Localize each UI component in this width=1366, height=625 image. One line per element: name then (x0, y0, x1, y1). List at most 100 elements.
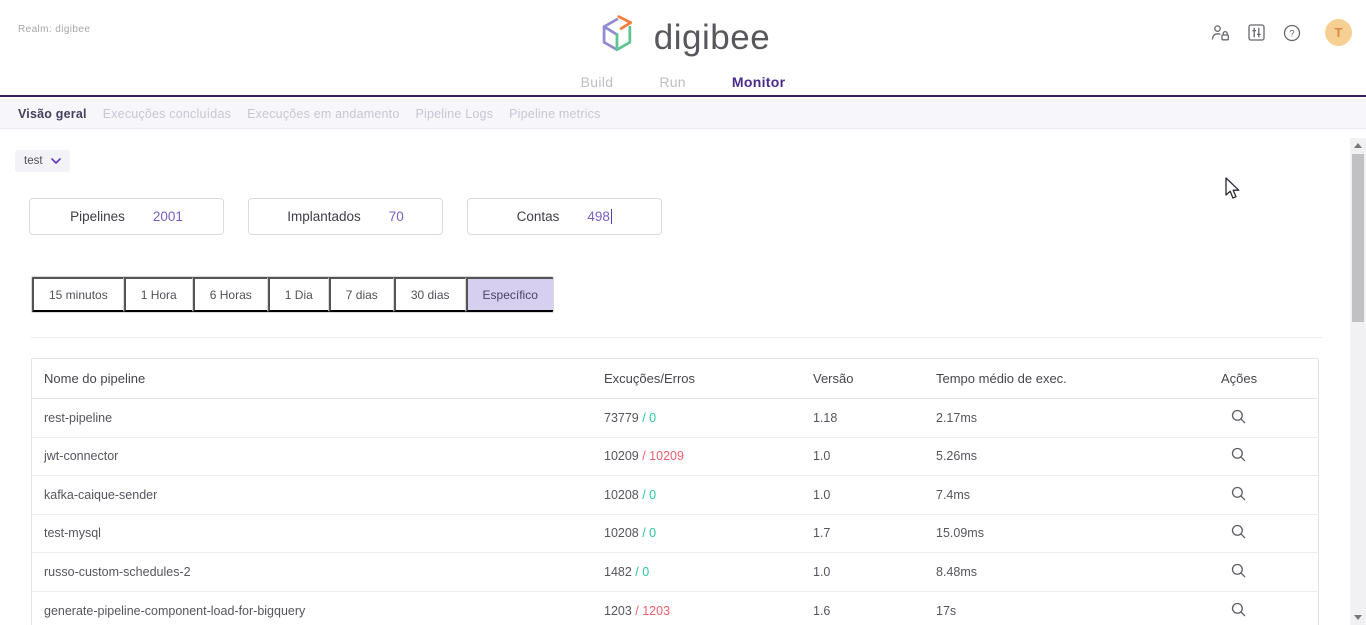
avg-exec-time: 15.09ms (936, 526, 1221, 540)
table-row: russo-custom-schedules-21482 / 01.08.48m… (32, 553, 1318, 592)
stat-label: Contas (517, 209, 560, 224)
search-icon[interactable] (1231, 602, 1246, 617)
svg-text:?: ? (1289, 28, 1294, 39)
stat-label: Pipelines (70, 209, 125, 224)
column-header-versao: Versão (813, 371, 936, 386)
row-actions (1221, 602, 1318, 620)
pipeline-name: test-mysql (44, 526, 604, 540)
avg-exec-time: 2.17ms (936, 411, 1221, 425)
executions-errors: 10209 / 10209 (604, 449, 813, 463)
scrollbar-thumb[interactable] (1352, 154, 1364, 322)
pipeline-version: 1.7 (813, 526, 936, 540)
section-divider (31, 337, 1322, 338)
time-range-1-dia[interactable]: 1 Dia (268, 277, 329, 312)
environment-select[interactable]: test (15, 150, 70, 172)
pipeline-name: russo-custom-schedules-2 (44, 565, 604, 579)
pipeline-name: kafka-caique-sender (44, 488, 604, 502)
column-header-acoes: Ações (1221, 371, 1318, 386)
executions-errors: 73779 / 0 (604, 411, 813, 425)
table-row: generate-pipeline-component-load-for-big… (32, 592, 1318, 625)
scroll-down-arrow[interactable] (1354, 615, 1362, 620)
search-icon[interactable] (1231, 447, 1246, 462)
avg-exec-time: 7.4ms (936, 488, 1221, 502)
realm-label: Realm: digibee (18, 24, 90, 35)
row-actions (1221, 524, 1318, 542)
tab-build[interactable]: Build (581, 74, 614, 90)
row-actions (1221, 563, 1318, 581)
stat-value: 2001 (153, 209, 183, 224)
time-range-15-minutos[interactable]: 15 minutos (32, 277, 124, 312)
tab-monitor[interactable]: Monitor (732, 74, 785, 90)
logo-text: digibee (654, 20, 770, 55)
column-header-execucoes-erros: Excuções/Erros (604, 371, 813, 386)
column-header-tempo-medio: Tempo médio de exec. (936, 371, 1221, 386)
pipeline-name: jwt-connector (44, 449, 604, 463)
stat-value: 70 (389, 209, 404, 224)
pipeline-version: 1.0 (813, 488, 936, 502)
avatar[interactable]: T (1325, 19, 1352, 46)
subnav-item-execucoes-em-andamento[interactable]: Execuções em andamento (247, 107, 399, 121)
environment-select-value: test (24, 155, 43, 167)
time-range-group: 15 minutos 1 Hora 6 Horas 1 Dia 7 dias 3… (31, 276, 554, 313)
column-header-nome: Nome do pipeline (44, 371, 604, 386)
stat-cards: Pipelines 2001 Implantados 70 Contas 498 (29, 198, 662, 235)
subnav-item-pipeline-logs[interactable]: Pipeline Logs (415, 107, 493, 121)
stat-label: Implantados (287, 209, 361, 224)
sliders-icon[interactable] (1245, 22, 1267, 44)
table-row: rest-pipeline73779 / 01.182.17ms (32, 399, 1318, 438)
app-header: Realm: digibee digibee Build Run Monitor (0, 0, 1366, 97)
time-range-especifico[interactable]: Específico (466, 277, 553, 312)
pipeline-version: 1.0 (813, 565, 936, 579)
row-actions (1221, 409, 1318, 427)
table-body: rest-pipeline73779 / 01.182.17msjwt-conn… (32, 399, 1318, 625)
row-actions (1221, 486, 1318, 504)
avg-exec-time: 8.48ms (936, 565, 1221, 579)
search-icon[interactable] (1231, 563, 1246, 578)
vertical-scrollbar[interactable] (1350, 138, 1366, 625)
user-lock-icon[interactable] (1209, 22, 1231, 44)
subnav-item-pipeline-metrics[interactable]: Pipeline metrics (509, 107, 600, 121)
executions-errors: 1482 / 0 (604, 565, 813, 579)
time-range-1-hora[interactable]: 1 Hora (124, 277, 193, 312)
header-actions: ? T (1209, 19, 1352, 46)
pipeline-name: generate-pipeline-component-load-for-big… (44, 604, 604, 618)
table-header: Nome do pipeline Excuções/Erros Versão T… (32, 359, 1318, 399)
monitor-page: Realm: digibee digibee Build Run Monitor (0, 0, 1366, 625)
search-icon[interactable] (1231, 524, 1246, 539)
help-icon[interactable]: ? (1281, 22, 1303, 44)
stat-card-pipelines: Pipelines 2001 (29, 198, 224, 235)
avg-exec-time: 17s (936, 604, 1221, 618)
pipelines-table: Nome do pipeline Excuções/Erros Versão T… (31, 358, 1319, 625)
row-actions (1221, 447, 1318, 465)
chevron-down-icon (51, 158, 61, 164)
tab-run[interactable]: Run (659, 74, 686, 90)
text-caret (611, 209, 613, 224)
stat-card-implantados: Implantados 70 (248, 198, 443, 235)
time-range-30-dias[interactable]: 30 dias (394, 277, 466, 312)
executions-errors: 10208 / 0 (604, 488, 813, 502)
executions-errors: 10208 / 0 (604, 526, 813, 540)
pipeline-version: 1.18 (813, 411, 936, 425)
table-row: jwt-connector10209 / 102091.05.26ms (32, 438, 1318, 477)
mouse-cursor (1224, 177, 1241, 201)
pipeline-version: 1.6 (813, 604, 936, 618)
table-row: kafka-caique-sender10208 / 01.07.4ms (32, 476, 1318, 515)
main-nav: Build Run Monitor (581, 74, 786, 90)
executions-errors: 1203 / 1203 (604, 604, 813, 618)
avg-exec-time: 5.26ms (936, 449, 1221, 463)
scroll-up-arrow[interactable] (1354, 143, 1362, 148)
time-range-7-dias[interactable]: 7 dias (329, 277, 394, 312)
table-row: test-mysql10208 / 01.715.09ms (32, 515, 1318, 554)
digibee-cube-icon (596, 12, 642, 63)
stat-card-contas: Contas 498 (467, 198, 662, 235)
search-icon[interactable] (1231, 486, 1246, 501)
time-range-6-horas[interactable]: 6 Horas (193, 277, 268, 312)
stat-value: 498 (587, 209, 612, 224)
subnav-item-visao-geral[interactable]: Visão geral (18, 107, 87, 121)
search-icon[interactable] (1231, 409, 1246, 424)
subnav-item-execucoes-concluidas[interactable]: Execuções concluídas (103, 107, 231, 121)
pipeline-version: 1.0 (813, 449, 936, 463)
digibee-logo: digibee (596, 12, 770, 63)
monitor-subnav: Visão geral Execuções concluídas Execuçõ… (0, 99, 1366, 129)
pipeline-name: rest-pipeline (44, 411, 604, 425)
